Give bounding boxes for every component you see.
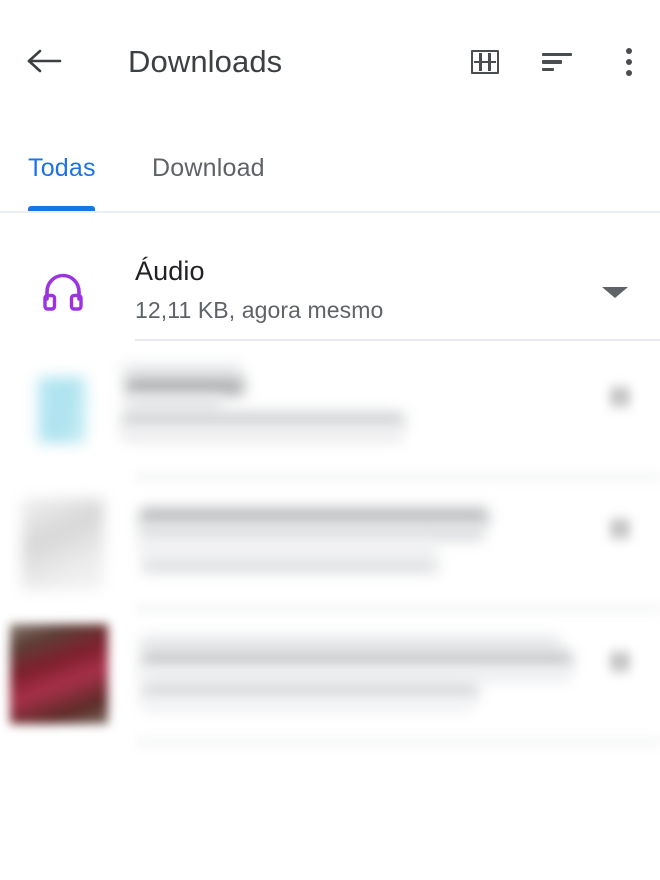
redacted-text-line [142, 651, 572, 668]
redacted-text-line [140, 508, 488, 525]
downloads-screen: Downloads Todas Download Áudio 12,11 KB,… [0, 0, 660, 880]
list-item[interactable] [0, 478, 660, 614]
caret-down-icon [602, 286, 628, 298]
redacted-text-line [140, 525, 484, 541]
row-overflow-menu-icon[interactable] [610, 516, 630, 542]
list-item-audio[interactable]: Áudio 12,11 KB, agora mesmo [0, 213, 660, 339]
sort-icon [542, 51, 572, 73]
overflow-menu-button[interactable] [612, 42, 646, 82]
sort-button[interactable] [540, 42, 574, 82]
back-button[interactable] [22, 40, 68, 82]
section-divider [135, 339, 660, 341]
app-bar-actions [468, 38, 646, 86]
tab-todas[interactable]: Todas [28, 122, 96, 215]
file-thumbnail [38, 377, 86, 443]
tab-bar: Todas Download [0, 122, 660, 215]
tab-download[interactable]: Download [152, 122, 265, 215]
headphones-icon [37, 268, 89, 314]
redacted-text-line [142, 558, 438, 573]
downloads-list: Áudio 12,11 KB, agora mesmo [0, 213, 660, 880]
file-thumbnail [10, 624, 108, 724]
redacted-text-line [122, 428, 402, 442]
redacted-text-line [142, 683, 478, 699]
expand-collapse-button[interactable] [598, 279, 632, 305]
list-item[interactable] [0, 611, 660, 747]
redacted-text-line [126, 378, 244, 395]
redacted-text-line [140, 636, 560, 651]
grid-view-button[interactable] [468, 42, 502, 82]
overflow-menu-icon [625, 47, 633, 77]
file-thumbnail [22, 498, 104, 590]
page-title: Downloads [128, 44, 283, 79]
list-item[interactable] [0, 346, 660, 482]
redacted-text-line [140, 541, 436, 555]
grid-view-icon [471, 50, 499, 74]
row-divider [135, 737, 660, 747]
redacted-text-line [122, 364, 242, 379]
redacted-text-line [142, 699, 472, 711]
audio-item-title: Áudio [135, 256, 205, 286]
audio-item-text: Áudio 12,11 KB, agora mesmo [135, 254, 565, 326]
audio-item-subtitle: 12,11 KB, agora mesmo [135, 297, 384, 323]
arrow-back-icon [25, 45, 65, 77]
redacted-text-line [126, 396, 222, 411]
row-overflow-menu-icon[interactable] [610, 649, 630, 675]
redacted-text-line [140, 668, 570, 682]
row-overflow-menu-icon[interactable] [610, 384, 630, 410]
app-bar: Downloads [0, 0, 660, 122]
redacted-text-line [122, 412, 404, 428]
